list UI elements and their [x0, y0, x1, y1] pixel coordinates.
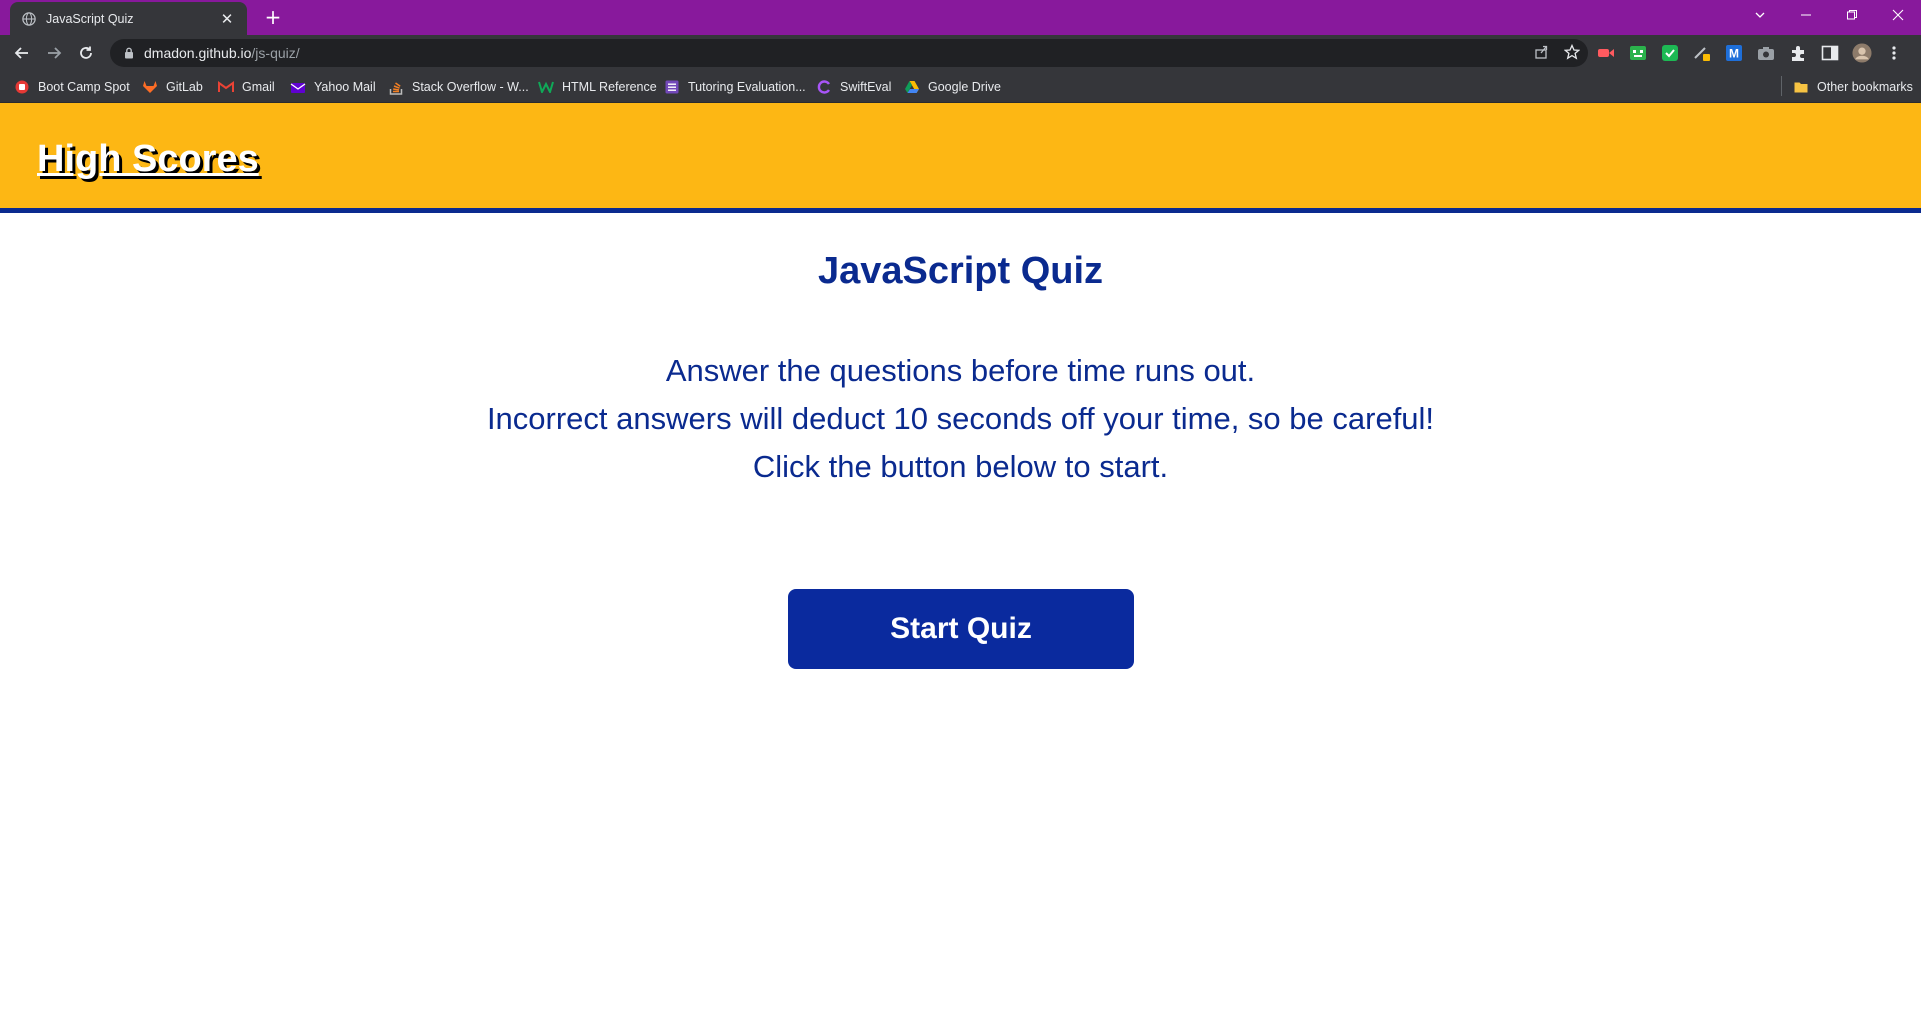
bookmark-label: Boot Camp Spot — [38, 80, 130, 94]
record-extension-icon[interactable] — [1596, 43, 1616, 63]
bookmark-label: Stack Overflow - W... — [412, 80, 529, 94]
instructions: Answer the questions before time runs ou… — [0, 347, 1921, 491]
page-content: High Scores JavaScript Quiz Answer the q… — [0, 103, 1921, 1027]
forward-icon[interactable] — [42, 41, 66, 65]
address-bar[interactable]: dmadon.github.io/js-quiz/ — [110, 39, 1588, 67]
other-bookmarks-folder[interactable]: Other bookmarks — [1793, 77, 1913, 97]
folder-icon — [1793, 79, 1809, 95]
shield-extension-icon[interactable] — [1660, 43, 1680, 63]
minimize-icon[interactable] — [1783, 0, 1829, 30]
gitlab-icon — [142, 79, 158, 95]
stackoverflow-icon — [388, 79, 404, 95]
browser-tab[interactable]: JavaScript Quiz ✕ — [10, 2, 247, 35]
swifteval-icon — [816, 79, 832, 95]
instruction-line: Click the button below to start. — [752, 449, 1169, 484]
m-extension-icon[interactable]: M — [1724, 43, 1744, 63]
yahoo-icon — [290, 79, 306, 95]
bookmark-html-reference[interactable]: HTML Reference — [538, 77, 657, 97]
camera-extension-icon[interactable] — [1756, 43, 1776, 63]
bookmark-google-drive[interactable]: Google Drive — [904, 77, 1001, 97]
window-controls — [1737, 0, 1921, 30]
gmail-icon — [218, 79, 234, 95]
lock-icon[interactable] — [124, 47, 134, 59]
back-icon[interactable] — [10, 41, 34, 65]
tab-close-icon[interactable]: ✕ — [219, 10, 235, 28]
bootcamp-icon — [14, 79, 30, 95]
bookmark-yahoo-mail[interactable]: Yahoo Mail — [290, 77, 376, 97]
chrome-menu-icon[interactable] — [1884, 43, 1904, 63]
instruction-line: Incorrect answers will deduct 10 seconds… — [486, 401, 1435, 436]
reload-icon[interactable] — [74, 41, 98, 65]
bookmark-gitlab[interactable]: GitLab — [142, 77, 203, 97]
html-reference-icon — [538, 79, 554, 95]
bookmark-label: Gmail — [242, 80, 275, 94]
bookmark-tutoring-evaluation[interactable]: Tutoring Evaluation... — [664, 77, 806, 97]
bookmarks-divider — [1781, 76, 1782, 96]
bookmark-label: Google Drive — [928, 80, 1001, 94]
bookmarks-bar: Boot Camp Spot GitLab Gmail Yahoo Mail S… — [0, 70, 1921, 103]
instruction-line: Answer the questions before time runs ou… — [665, 353, 1256, 388]
bookmark-stack-overflow[interactable]: Stack Overflow - W... — [388, 77, 529, 97]
new-tab-button[interactable]: + — [262, 7, 284, 29]
bookmark-boot-camp-spot[interactable]: Boot Camp Spot — [14, 77, 130, 97]
side-panel-icon[interactable] — [1820, 43, 1840, 63]
robot-extension-icon[interactable] — [1628, 43, 1648, 63]
extensions-row: M — [1596, 43, 1904, 63]
svg-text:M: M — [1729, 47, 1739, 61]
browser-toolbar: dmadon.github.io/js-quiz/ M — [0, 35, 1921, 70]
bookmark-star-icon[interactable] — [1564, 44, 1580, 60]
bookmark-gmail[interactable]: Gmail — [218, 77, 275, 97]
url-path: /js-quiz/ — [251, 45, 300, 61]
bookmark-label: HTML Reference — [562, 80, 657, 94]
profile-avatar[interactable] — [1852, 43, 1872, 63]
site-header: High Scores — [0, 103, 1921, 213]
browser-tabstrip: JavaScript Quiz ✕ + — [0, 0, 1921, 35]
bookmark-swifteval[interactable]: SwiftEval — [816, 77, 891, 97]
tab-search-icon[interactable] — [1737, 0, 1783, 30]
pen-extension-icon[interactable] — [1692, 43, 1712, 63]
share-icon[interactable] — [1534, 44, 1550, 60]
close-window-icon[interactable] — [1875, 0, 1921, 30]
google-drive-icon — [904, 79, 920, 95]
bookmark-label: GitLab — [166, 80, 203, 94]
start-quiz-button[interactable]: Start Quiz — [788, 589, 1134, 669]
omnibox-actions — [1534, 44, 1580, 60]
globe-icon — [22, 11, 36, 26]
bookmark-label: Yahoo Mail — [314, 80, 376, 94]
bookmark-label: Other bookmarks — [1817, 80, 1913, 94]
high-scores-link[interactable]: High Scores — [37, 138, 259, 181]
url-host: dmadon.github.io — [144, 45, 252, 61]
restore-icon[interactable] — [1829, 0, 1875, 30]
tab-title: JavaScript Quiz — [46, 11, 134, 26]
page-title: JavaScript Quiz — [817, 250, 1104, 292]
bookmark-label: SwiftEval — [840, 80, 892, 94]
bookmark-label: Tutoring Evaluation... — [688, 80, 806, 94]
form-icon — [664, 79, 680, 95]
puzzle-extensions-icon[interactable] — [1788, 43, 1808, 63]
